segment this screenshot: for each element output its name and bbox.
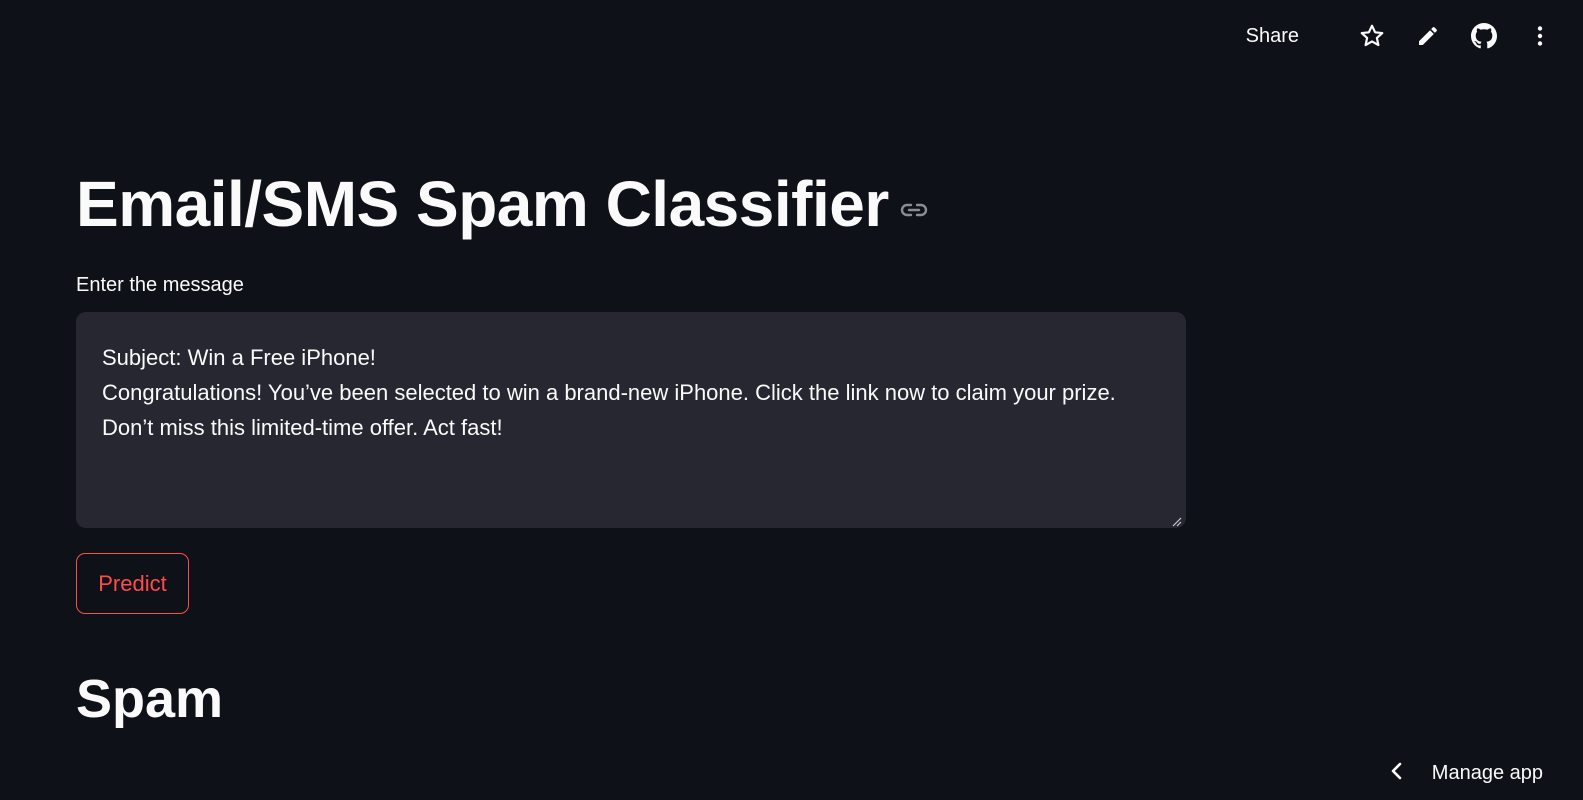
link-icon[interactable] xyxy=(899,200,929,220)
page-title: Email/SMS Spam Classifier xyxy=(76,168,889,240)
message-textarea[interactable]: Subject: Win a Free iPhone! Congratulati… xyxy=(76,312,1186,528)
pencil-icon[interactable] xyxy=(1415,23,1441,49)
github-icon[interactable] xyxy=(1471,23,1497,49)
title-row: Email/SMS Spam Classifier xyxy=(76,168,929,240)
message-text[interactable]: Subject: Win a Free iPhone! Congratulati… xyxy=(102,340,1152,445)
message-field-label: Enter the message xyxy=(76,274,244,296)
prediction-result: Spam xyxy=(76,669,224,729)
manage-app-label: Manage app xyxy=(1431,762,1543,784)
more-vert-icon[interactable] xyxy=(1527,23,1553,49)
predict-button[interactable]: Predict xyxy=(76,553,189,614)
header-toolbar: Share xyxy=(1246,18,1553,54)
manage-app-button[interactable]: Manage app xyxy=(1390,761,1543,786)
star-icon[interactable] xyxy=(1359,23,1385,49)
share-button[interactable]: Share xyxy=(1246,25,1299,48)
chevron-left-icon[interactable] xyxy=(1390,761,1404,786)
resize-handle-icon[interactable] xyxy=(1172,514,1182,527)
